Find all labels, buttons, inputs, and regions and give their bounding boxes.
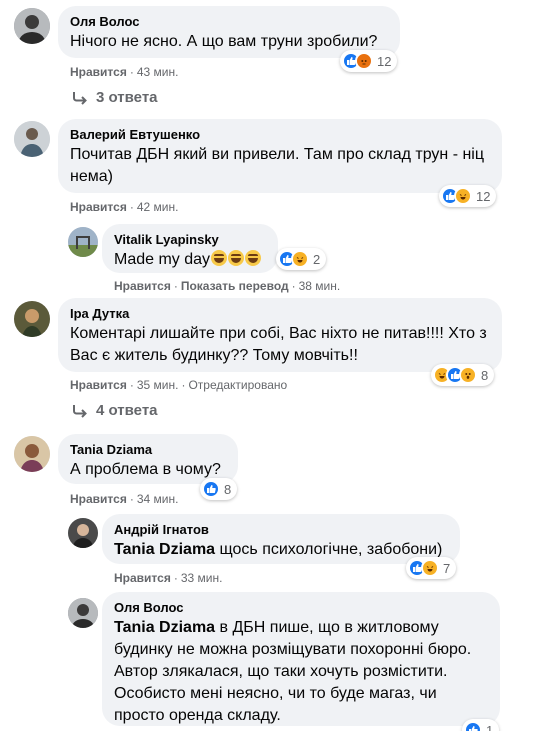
- avatar[interactable]: [68, 518, 98, 548]
- avatar[interactable]: [68, 598, 98, 628]
- comment-bubble: Vitalik Lyapinsky Made my day: [102, 224, 278, 273]
- view-replies-button[interactable]: 4 ответа: [72, 402, 158, 419]
- reaction-summary[interactable]: 12: [439, 185, 497, 207]
- comment-actions: Нравится · 35 мин. · Отредактировано: [70, 378, 288, 392]
- timestamp[interactable]: 33 мин.: [181, 571, 223, 585]
- reaction-count: 12: [476, 188, 491, 204]
- comment-text-body: Made my day: [114, 251, 211, 268]
- reaction-summary[interactable]: 8: [431, 364, 495, 386]
- comment-text: Made my day: [114, 249, 266, 271]
- reply-arrow-icon: [73, 91, 87, 105]
- avatar[interactable]: [68, 227, 98, 257]
- timestamp[interactable]: 38 мин.: [299, 279, 341, 293]
- timestamp[interactable]: 35 мин.: [137, 378, 179, 392]
- haha-icon: [421, 559, 439, 577]
- like-button[interactable]: Нравится: [114, 279, 171, 293]
- comment-bubble: Оля Волос Tania Dziama в ДБН пише, що в …: [102, 592, 500, 726]
- timestamp[interactable]: 43 мин.: [137, 65, 179, 79]
- comment-author[interactable]: Tania Dziama: [70, 442, 226, 458]
- reaction-count: 8: [224, 481, 232, 497]
- comment-text: Нічого не ясно. А що вам труни зробили?: [70, 33, 378, 50]
- laughing-emoji-icon: [211, 250, 228, 266]
- angry-icon: [355, 52, 373, 70]
- avatar[interactable]: [14, 121, 50, 157]
- comment-bubble: Іра Дутка Коментарі лишайте при собі, Ва…: [58, 298, 502, 372]
- view-replies-button[interactable]: 3 ответа: [72, 89, 158, 106]
- reaction-count: 7: [443, 560, 451, 576]
- comment-text: Tania Dziama щось психологічне, забобони…: [114, 539, 448, 561]
- mention-link[interactable]: Tania Dziama: [114, 541, 215, 558]
- comment-text: Почитав ДБН який ви привели. Там про скл…: [70, 146, 485, 185]
- comment-actions: Нравится · 43 мин.: [70, 65, 179, 79]
- comment-author[interactable]: Оля Волос: [114, 600, 488, 616]
- comment-actions: Нравится · Показать перевод · 38 мин.: [114, 279, 341, 293]
- like-button[interactable]: Нравится: [70, 378, 127, 392]
- like-button[interactable]: Нравится: [114, 571, 171, 585]
- like-button[interactable]: Нравится: [70, 65, 127, 79]
- reaction-count: 12: [377, 53, 392, 69]
- comment-bubble: Андрій Ігнатов Tania Dziama щось психоло…: [102, 514, 460, 564]
- haha-icon: [454, 187, 472, 205]
- comment-bubble: Валерий Евтушенко Почитав ДБН який ви пр…: [58, 119, 502, 193]
- comment-text: Tania Dziama в ДБН пише, що в житловому …: [114, 617, 488, 727]
- reaction-summary[interactable]: 1: [462, 719, 500, 731]
- reaction-summary[interactable]: 8: [200, 478, 238, 500]
- wow-icon: [459, 366, 477, 384]
- comment-author[interactable]: Андрій Ігнатов: [114, 522, 448, 538]
- like-button[interactable]: Нравится: [70, 200, 127, 214]
- comment-author[interactable]: Vitalik Lyapinsky: [114, 232, 266, 248]
- reaction-summary[interactable]: 12: [340, 50, 398, 72]
- replies-label[interactable]: 3 ответа: [96, 89, 158, 106]
- laughing-emoji-icon: [228, 250, 245, 266]
- comment-bubble: Tania Dziama А проблема в чому?: [58, 434, 238, 484]
- show-translation-button[interactable]: Показать перевод: [181, 279, 289, 293]
- avatar[interactable]: [14, 436, 50, 472]
- replies-label[interactable]: 4 ответа: [96, 402, 158, 419]
- haha-icon: [291, 250, 309, 268]
- comment-author[interactable]: Валерий Евтушенко: [70, 127, 490, 143]
- reaction-count: 1: [486, 722, 494, 731]
- reaction-count: 2: [313, 251, 321, 267]
- reaction-count: 8: [481, 367, 489, 383]
- comment-actions: Нравится · 33 мин.: [114, 571, 223, 585]
- reaction-summary[interactable]: 2: [276, 248, 327, 270]
- comment-actions: Нравится · 42 мин.: [70, 200, 179, 214]
- comment-text: А проблема в чому?: [70, 461, 221, 478]
- like-button[interactable]: Нравится: [70, 492, 127, 506]
- comment-actions: Нравится · 34 мин.: [70, 492, 179, 506]
- comment-text-body: щось психологічне, забобони): [215, 541, 443, 558]
- avatar[interactable]: [14, 8, 50, 44]
- edited-label: Отредактировано: [188, 378, 288, 392]
- reply-arrow-icon: [73, 404, 87, 418]
- comment-author[interactable]: Іра Дутка: [70, 306, 490, 322]
- mention-link[interactable]: Tania Dziama: [114, 619, 215, 636]
- timestamp[interactable]: 34 мин.: [137, 492, 179, 506]
- laughing-emoji-icon: [245, 250, 262, 266]
- comment-text: Коментарі лишайте при собі, Вас ніхто не…: [70, 325, 487, 364]
- timestamp[interactable]: 42 мин.: [137, 200, 179, 214]
- reaction-summary[interactable]: 7: [406, 557, 457, 579]
- like-icon: [202, 480, 220, 498]
- avatar[interactable]: [14, 301, 50, 337]
- comment-author[interactable]: Оля Волос: [70, 14, 388, 30]
- like-icon: [464, 721, 482, 731]
